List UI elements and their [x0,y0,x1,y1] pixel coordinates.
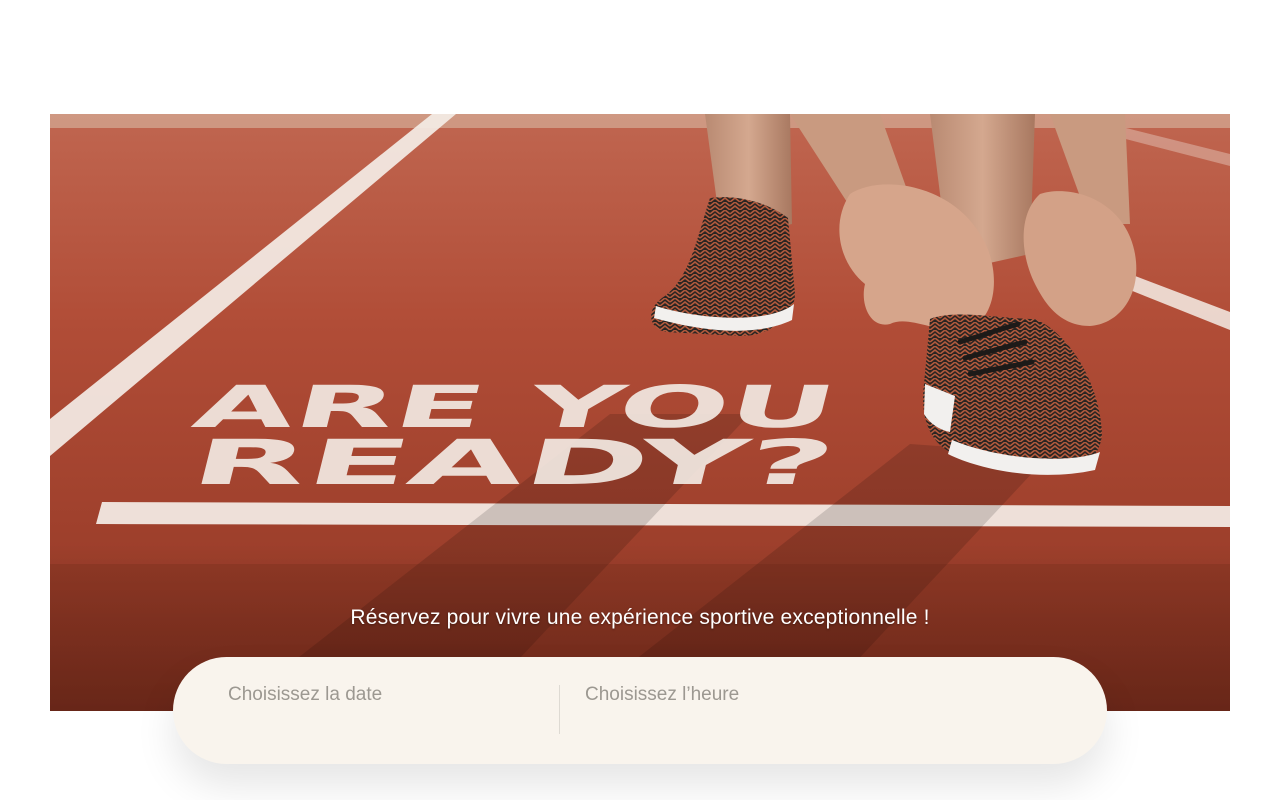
date-picker-label: Choisissez la date [228,684,383,705]
page: ARE YOU READY? Réservez pour vivre une e… [0,0,1280,800]
time-picker-field[interactable]: Choisissez l’heure [560,657,1107,764]
time-picker-label: Choisissez l’heure [585,684,740,705]
date-picker-field[interactable]: Choisissez la date [173,657,559,764]
booking-bar: Choisissez la date Choisissez l’heure [173,657,1107,764]
hero-tagline: Réservez pour vivre une expérience sport… [350,606,930,629]
track-text-line2: READY? [184,427,842,499]
